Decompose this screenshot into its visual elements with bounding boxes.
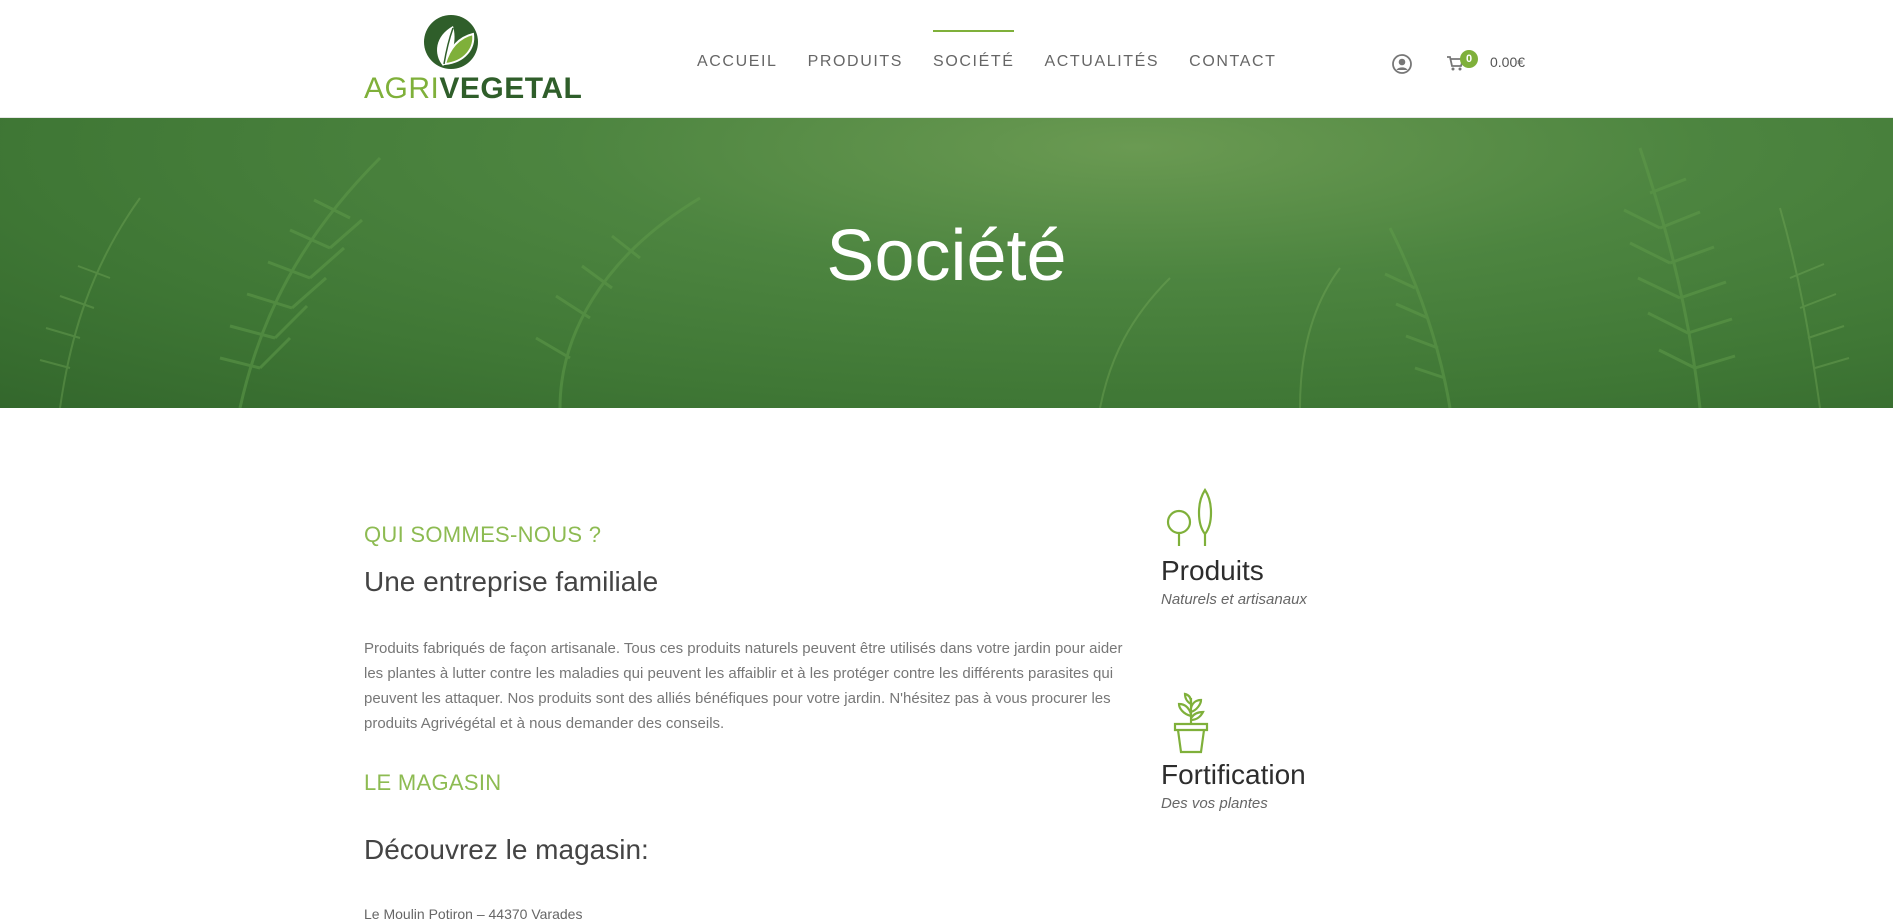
feature-subtitle: Naturels et artisanaux <box>1161 591 1307 608</box>
nav-produits[interactable]: PRODUITS <box>808 30 903 90</box>
cart-widget[interactable]: 0 0.00€ <box>1446 50 1526 76</box>
nav-contact[interactable]: CONTACT <box>1189 30 1276 90</box>
logo-text-vegetal: VEGETAL <box>439 72 583 105</box>
cart-count-badge: 0 <box>1460 50 1478 68</box>
feature-subtitle: Des vos plantes <box>1161 795 1268 812</box>
nav-accueil[interactable]: ACCUEIL <box>697 30 778 90</box>
main-nav: ACCUEIL PRODUITS SOCIÉTÉ ACTUALITÉS CONT… <box>697 30 1307 90</box>
cart-total: 0.00€ <box>1490 54 1526 70</box>
page-title: Société <box>826 216 1067 296</box>
feature-title: Produits <box>1161 555 1264 586</box>
about-heading: Une entreprise familiale <box>364 566 659 597</box>
about-kicker: QUI SOMMES-NOUS ? <box>364 522 602 547</box>
potted-plant-icon <box>1173 692 1209 754</box>
store-heading: Découvrez le magasin: <box>364 834 649 865</box>
nav-societe[interactable]: SOCIÉTÉ <box>933 30 1015 90</box>
logo-text-agri: AGRI <box>364 72 440 105</box>
site-header: AGRIVEGETAL ACCUEIL PRODUITS SOCIÉTÉ ACT… <box>0 0 1893 118</box>
nav-actualites[interactable]: ACTUALITÉS <box>1044 30 1159 90</box>
feature-fortification: Fortification Des vos plantes <box>1161 690 1461 812</box>
logo-wordmark: AGRIVEGETAL <box>364 70 582 108</box>
trees-icon <box>1166 488 1213 546</box>
hero-banner: Société <box>0 118 1893 408</box>
store-kicker: LE MAGASIN <box>364 770 502 795</box>
site-logo[interactable]: AGRIVEGETAL <box>364 14 582 105</box>
store-address: Le Moulin Potiron – 44370 Varades <box>364 906 583 922</box>
feature-produits: Produits Naturels et artisanaux <box>1161 486 1461 608</box>
user-icon[interactable] <box>1392 54 1412 74</box>
feature-title: Fortification <box>1161 759 1306 790</box>
about-text: Produits fabriqués de façon artisanale. … <box>364 640 1123 732</box>
leaf-logo-icon <box>424 15 478 69</box>
